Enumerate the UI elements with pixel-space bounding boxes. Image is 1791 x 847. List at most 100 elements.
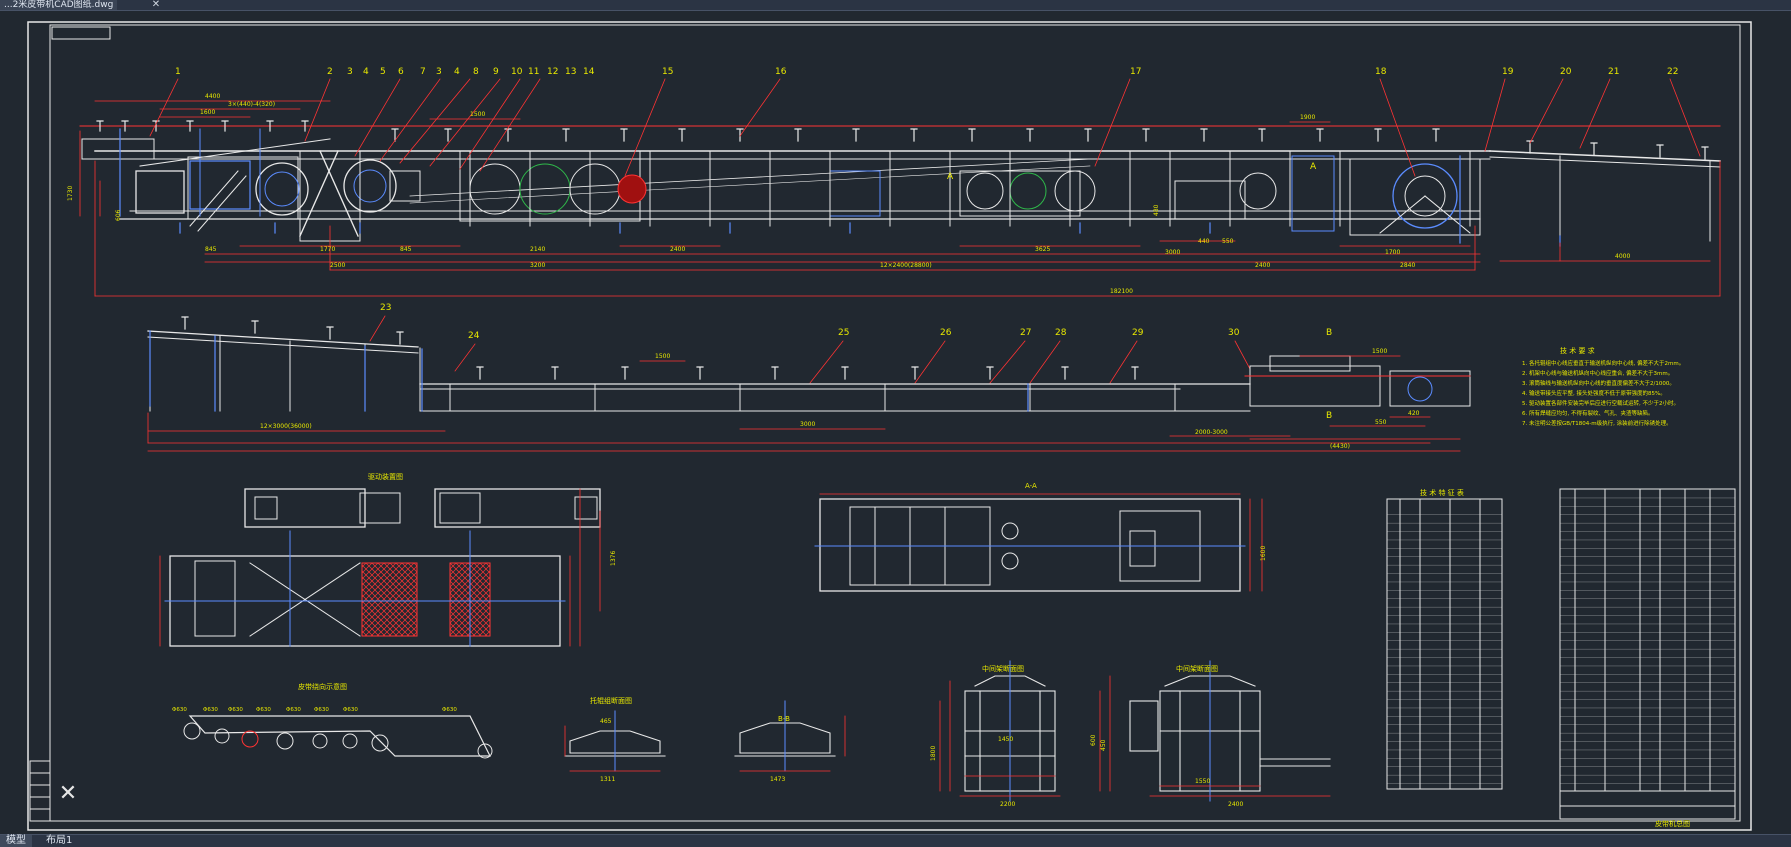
title-trough: 托辊组断面图 [590,696,632,705]
dim-2840: 2840 [1400,262,1415,269]
label-3: 3 [347,67,353,77]
label-19: 19 [1502,67,1514,77]
dim-h606: 606 [115,209,122,221]
title-mid-1: 中间架断面图 [982,664,1024,673]
title-route: 皮带绕向示意图 [298,682,347,691]
route-label-3: Φ630 [228,707,243,713]
dim-440: 440 [1198,238,1210,245]
label-15: 15 [662,67,673,77]
tech-req-line-4: 4. 输送带接头应平整, 接头处强度不低于原带强度的85%。 [1522,389,1666,397]
dim-1770: 1770 [320,246,335,253]
label-26: 26 [940,328,952,338]
title-tech-table: 技 术 特 征 表 [1420,488,1464,497]
dim-1311: 1311 [600,776,615,783]
label-8: 8 [473,67,479,77]
dim-4400: 4400 [205,93,220,100]
dim-845a: 845 [205,246,217,253]
label-28: 28 [1055,328,1067,338]
dim-2140: 2140 [530,246,545,253]
dim-3000: 3000 [1165,249,1180,256]
label-4b: 4 [454,67,460,77]
dim-3x440: 3×(440)-4(320) [228,101,275,108]
label-24: 24 [468,331,480,341]
label-16: 16 [775,67,787,77]
route-label-2: Φ630 [203,707,218,713]
dim-total: 182100 [1110,288,1133,295]
route-label-7: Φ630 [343,707,358,713]
label-11: 11 [528,67,539,77]
label-3b: 3 [436,67,442,77]
label-22: 22 [1667,67,1678,77]
label-17: 17 [1130,67,1141,77]
route-label-6: Φ630 [314,707,329,713]
title-b-b: B-B [778,715,790,723]
cad-drawing: 1 2 3 4 5 6 7 3 4 8 9 10 11 12 13 14 15 … [27,21,1752,831]
dim2-420: 420 [1408,410,1420,417]
ucs-icon: ✕ [58,781,78,806]
dim-1473: 1473 [770,776,785,783]
dim2-4430: (4430) [1330,443,1350,450]
layout-tab-bar: 模型 布局1 [0,834,1791,847]
dim-1700: 1700 [1385,249,1400,256]
tech-req-line-1: 1. 各托辊组中心线应垂直于输送机纵向中心线, 偏差不大于2mm。 [1522,359,1684,367]
dim-2400b: 2400 [1255,262,1270,269]
dim-12x3000: 12×3000(36000) [260,423,312,430]
document-tab[interactable]: ...2米皮带机CAD图纸.dwg [0,0,118,10]
label-2: 2 [327,67,333,77]
label-5: 5 [380,67,386,77]
label-9: 9 [493,67,499,77]
title-drive-top-view: 驱动装置图 [368,472,403,481]
section-mark-b2: B [1326,411,1332,421]
title-a-a: A-A [1025,482,1037,490]
tech-req-line-7: 7. 未注明公差按GB/T1804-m级执行, 涂装前进行除锈处理。 [1522,419,1672,427]
title-block: 皮带机总图 [1655,819,1690,828]
tab-model[interactable]: 模型 [0,835,32,847]
label-29: 29 [1132,328,1144,338]
dim-600: 600 [1090,734,1097,746]
tab-layout1[interactable]: 布局1 [40,835,78,847]
label-25: 25 [838,328,849,338]
label-13: 13 [565,67,576,77]
section-mark-a2: A [1310,162,1317,172]
tech-req-line-5: 5. 驱动装置各部件安装完毕后应进行空载试运转, 不少于2小时。 [1522,399,1679,407]
label-21: 21 [1608,67,1619,77]
dim-2400: 2400 [670,246,685,253]
dim-1376: 1376 [610,551,617,566]
dim-3200: 3200 [530,262,545,269]
label-1: 1 [175,67,181,77]
dim-550: 550 [1222,238,1234,245]
label-6: 6 [398,67,404,77]
dim2-3000: 3000 [800,421,815,428]
dim-h1730: 1730 [67,186,74,201]
route-label-5: Φ630 [286,707,301,713]
dim-2500: 2500 [330,262,345,269]
tech-req-line-6: 6. 所有焊缝应均匀, 不得有裂纹、气孔、夹渣等缺陷。 [1522,409,1654,417]
dim-2400s: 2400 [1228,801,1243,808]
dim-2200: 2200 [1000,801,1015,808]
label-20: 20 [1560,67,1572,77]
dim-12x2400: 12×2400(28800) [880,262,932,269]
dim-450: 450 [1100,739,1107,751]
tech-req-line-3: 3. 滚筒轴线与输送机纵向中心线的垂直度偏差不大于2/1000。 [1522,379,1675,387]
dim-1800: 1800 [930,746,937,761]
tech-req-line-2: 2. 机架中心线与输送机纵向中心线应重合, 偏差不大于3mm。 [1522,369,1673,377]
section-mark-b1: B [1326,328,1332,338]
dim-1600s: 1600 [1260,546,1267,561]
title-tech-req: 技 术 要 求 [1560,346,1595,355]
label-4: 4 [363,67,369,77]
route-label-1: Φ630 [172,707,187,713]
dim-1900: 1900 [1300,114,1315,121]
label-23: 23 [380,303,391,313]
dim-1500: 1500 [470,111,485,118]
document-titlebar: ...2米皮带机CAD图纸.dwg ✕ [0,0,1791,11]
dim-845b: 845 [400,246,412,253]
label-12: 12 [547,67,558,77]
dim2-550: 550 [1375,419,1387,426]
dim-3625: 3625 [1035,246,1050,253]
dim-465: 465 [600,718,612,725]
drawing-canvas[interactable]: 1 2 3 4 5 6 7 3 4 8 9 10 11 12 13 14 15 … [0,11,1791,834]
close-icon[interactable]: ✕ [150,0,162,10]
label-27: 27 [1020,328,1031,338]
label-10: 10 [511,67,523,77]
label-14: 14 [583,67,595,77]
